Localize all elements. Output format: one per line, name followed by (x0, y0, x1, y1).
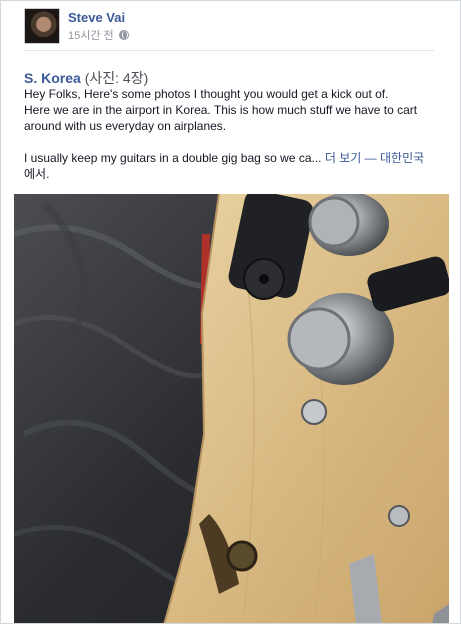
post-timestamp[interactable]: 15시간 전 (68, 27, 114, 43)
post-meta: 15시간 전 (68, 27, 129, 43)
post-text-line: I usually keep my guitars in a double gi… (24, 151, 322, 165)
post-text: Hey Folks, Here's some photos I thought … (24, 86, 442, 182)
location-suffix: 에서. (24, 167, 50, 181)
post-text-truncated: I usually keep my guitars in a double gi… (24, 150, 442, 182)
globe-icon[interactable] (118, 30, 129, 40)
guitar-headstock-photo (14, 194, 449, 623)
facebook-post: Steve Vai 15시간 전 S. Korea (사진: 4장) Hey F… (0, 0, 461, 624)
dash: — (364, 151, 377, 165)
location-link[interactable]: 대한민국 (380, 151, 424, 165)
post-text-line: Here we are in the airport in Korea. Thi… (24, 103, 418, 117)
author-name[interactable]: Steve Vai (68, 10, 125, 25)
see-more-link[interactable]: 더 보기 (325, 151, 361, 165)
author-avatar[interactable] (24, 8, 60, 44)
post-text-line: Hey Folks, Here's some photos I thought … (24, 87, 389, 101)
album-name-link[interactable]: S. Korea (24, 70, 81, 86)
post-text-line: around with us everyday on airplanes. (24, 119, 227, 133)
album-title: S. Korea (사진: 4장) (24, 68, 148, 88)
photo-count: (사진: 4장) (84, 70, 149, 86)
header-divider (24, 50, 434, 51)
post-photo[interactable] (14, 194, 449, 623)
